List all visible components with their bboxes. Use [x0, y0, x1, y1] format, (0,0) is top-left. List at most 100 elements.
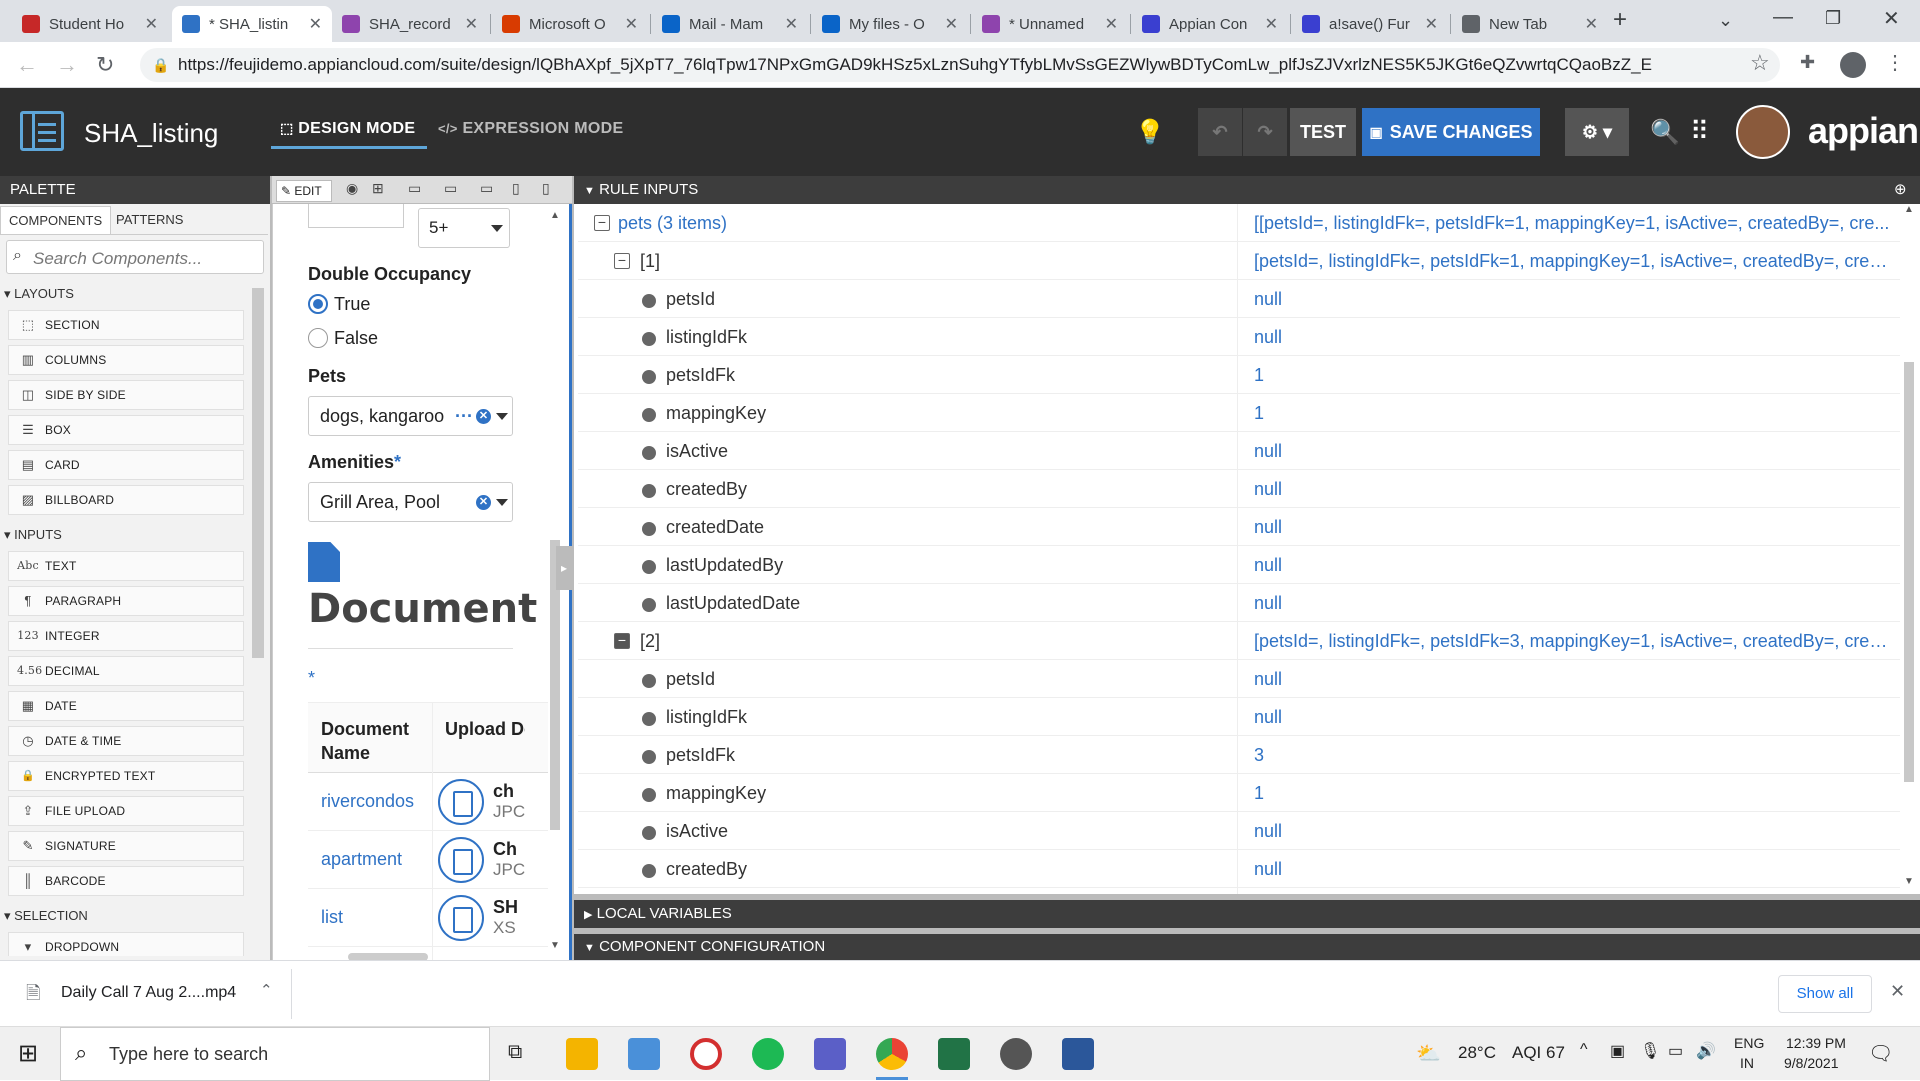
user-avatar[interactable] — [1736, 105, 1790, 159]
tablet-portrait-icon[interactable]: ▯ — [512, 180, 520, 197]
close-tab-icon[interactable]: ✕ — [625, 14, 638, 34]
back-icon[interactable]: ← — [16, 52, 38, 78]
close-tab-icon[interactable]: ✕ — [785, 14, 798, 34]
clear-icon[interactable]: ✕ — [476, 495, 491, 510]
section-layouts[interactable]: ▾ LAYOUTS — [4, 286, 74, 302]
close-window-icon[interactable]: ✕ — [1883, 6, 1900, 31]
rule-inputs-header[interactable]: ▼ RULE INPUTS ⊕ — [574, 176, 1920, 204]
minimize-icon[interactable]: — — [1773, 6, 1793, 29]
close-tab-icon[interactable]: ✕ — [145, 14, 158, 34]
browser-tab[interactable]: * SHA_listin ✕ — [172, 6, 332, 42]
profile-avatar[interactable] — [1840, 52, 1866, 78]
rule-row[interactable]: petsId null — [578, 280, 1900, 318]
taskbar-search-input[interactable]: ⌕ Type here to search — [60, 1027, 490, 1081]
document-link[interactable]: rivercondos — [321, 791, 414, 812]
reload-icon[interactable]: ↻ — [96, 52, 114, 78]
rule-row[interactable]: mappingKey 1 — [578, 394, 1900, 432]
scroll-up-icon[interactable]: ▲ — [550, 210, 560, 221]
close-tab-icon[interactable]: ✕ — [309, 14, 322, 34]
palette-item-date-time[interactable]: ◷ DATE & TIME — [8, 726, 244, 756]
spotify-icon[interactable] — [752, 1038, 784, 1070]
scroll-down-icon[interactable]: ▼ — [550, 940, 560, 951]
close-tab-icon[interactable]: ✕ — [1585, 14, 1598, 34]
tray-chevron-icon[interactable]: ^ — [1580, 1041, 1588, 1059]
close-tab-icon[interactable]: ✕ — [1425, 14, 1438, 34]
tablet-landscape-icon[interactable]: ▭ — [480, 180, 493, 197]
browser-tab[interactable]: a!save() Fur ✕ — [1292, 6, 1448, 42]
tab-patterns[interactable]: PATTERNS — [108, 206, 191, 234]
lightbulb-icon[interactable]: 💡 — [1135, 118, 1165, 147]
phone-view-icon[interactable]: ▯ — [542, 180, 550, 197]
rule-row[interactable]: lastUpdatedBy null — [578, 546, 1900, 584]
rule-row[interactable]: isActive null — [578, 812, 1900, 850]
browser-tab[interactable]: Student Ho ✕ — [12, 6, 168, 42]
col-document-name[interactable]: Document Name — [321, 717, 431, 765]
collapse-icon[interactable]: − — [594, 215, 610, 231]
palette-item-encrypted-text[interactable]: 🔒 ENCRYPTED TEXT — [8, 761, 244, 791]
desktop-view-icon[interactable]: ▭ — [408, 180, 421, 197]
palette-item-columns[interactable]: ▥ COLUMNS — [8, 345, 244, 375]
design-mode-tab[interactable]: ⬚ DESIGN MODE — [280, 120, 415, 138]
component-search-input[interactable]: ⌕ Search Components... — [6, 240, 264, 274]
palette-item-side-by-side[interactable]: ◫ SIDE BY SIDE — [8, 380, 244, 410]
document-link[interactable]: list — [321, 907, 343, 928]
teams-icon[interactable] — [814, 1038, 846, 1070]
local-variables-header[interactable]: ▶ LOCAL VARIABLES — [574, 900, 1920, 928]
rule-row[interactable]: − [1] [petsId=, listingIdFk=, petsIdFk=1, … — [578, 242, 1900, 280]
palette-item-dropdown[interactable]: ▾ DROPDOWN — [8, 932, 244, 956]
palette-item-signature[interactable]: ✎ SIGNATURE — [8, 831, 244, 861]
section-selection[interactable]: ▾ SELECTION — [4, 908, 88, 924]
clock-time[interactable]: 12:39 PM — [1786, 1035, 1846, 1051]
battery-icon[interactable]: ▭ — [1668, 1041, 1683, 1061]
file-explorer-icon[interactable] — [566, 1038, 598, 1070]
rule-row[interactable]: petsIdFk 1 — [578, 356, 1900, 394]
browser-tab[interactable]: Appian Con ✕ — [1132, 6, 1288, 42]
browser-tab[interactable]: Microsoft O ✕ — [492, 6, 648, 42]
palette-item-text[interactable]: Abc TEXT — [8, 551, 244, 581]
weather-temp[interactable]: 28°C — [1458, 1043, 1496, 1063]
close-tab-icon[interactable]: ✕ — [1265, 14, 1278, 34]
palette-item-box[interactable]: ☰ BOX — [8, 415, 244, 445]
palette-scrollbar[interactable] — [252, 288, 264, 658]
browser-tab[interactable]: New Tab ✕ — [1452, 6, 1608, 42]
settings-menu-button[interactable]: ⚙ ▾ — [1565, 108, 1629, 156]
grid-scrollbar[interactable] — [348, 953, 428, 960]
rule-row[interactable]: petsId null — [578, 660, 1900, 698]
extensions-icon[interactable]: ✚ — [1800, 52, 1815, 73]
show-all-button[interactable]: Show all — [1778, 975, 1872, 1013]
palette-item-billboard[interactable]: ▨ BILLBOARD — [8, 485, 244, 515]
excel-icon[interactable] — [938, 1038, 970, 1070]
preview-icon[interactable]: ◉ — [346, 180, 358, 197]
record-app-icon[interactable] — [690, 1038, 722, 1070]
count-select[interactable]: 5+ — [418, 208, 510, 248]
redo-button[interactable]: ↷ — [1243, 108, 1287, 156]
save-changes-button[interactable]: ▣ SAVE CHANGES — [1362, 108, 1540, 156]
section-inputs[interactable]: ▾ INPUTS — [4, 527, 62, 543]
rule-row[interactable]: createdBy null — [578, 850, 1900, 888]
collapse-icon[interactable]: − — [614, 633, 630, 649]
language-indicator[interactable]: ENG — [1734, 1035, 1764, 1051]
rule-row[interactable]: listingIdFk null — [578, 698, 1900, 736]
rule-row[interactable]: listingIdFk null — [578, 318, 1900, 356]
scroll-up-icon[interactable]: ▲ — [1904, 204, 1914, 215]
radio-true[interactable] — [308, 294, 328, 314]
palette-item-barcode[interactable]: ║ BARCODE — [8, 866, 244, 896]
settings-gear-icon[interactable] — [1000, 1038, 1032, 1070]
browser-tab[interactable]: * Unnamed ✕ — [972, 6, 1128, 42]
notifications-icon[interactable]: 🗨 — [1868, 1041, 1893, 1066]
download-item[interactable]: 🗎 Daily Call 7 Aug 2....mp4 ⌃ — [12, 969, 292, 1019]
palette-item-decimal[interactable]: 4.56 DECIMAL — [8, 656, 244, 686]
url-field[interactable]: 🔒 https://feujidemo.appiancloud.com/suit… — [140, 48, 1780, 82]
task-view-icon[interactable]: ⧉ — [508, 1041, 522, 1064]
collapse-icon[interactable]: − — [614, 253, 630, 269]
palette-item-integer[interactable]: 123 INTEGER — [8, 621, 244, 651]
rule-row[interactable]: isActive null — [578, 432, 1900, 470]
palette-item-paragraph[interactable]: ¶ PARAGRAPH — [8, 586, 244, 616]
tab-components[interactable]: COMPONENTS — [0, 206, 112, 234]
app-launcher-icon[interactable]: ⠿ — [1690, 116, 1709, 147]
bookmark-star-icon[interactable]: ☆ — [1750, 50, 1770, 76]
wide-view-icon[interactable]: ▭ — [444, 180, 457, 197]
forward-icon[interactable]: → — [56, 52, 78, 78]
component-configuration-header[interactable]: ▼ COMPONENT CONFIGURATION — [574, 934, 1920, 960]
word-icon[interactable] — [1062, 1038, 1094, 1070]
